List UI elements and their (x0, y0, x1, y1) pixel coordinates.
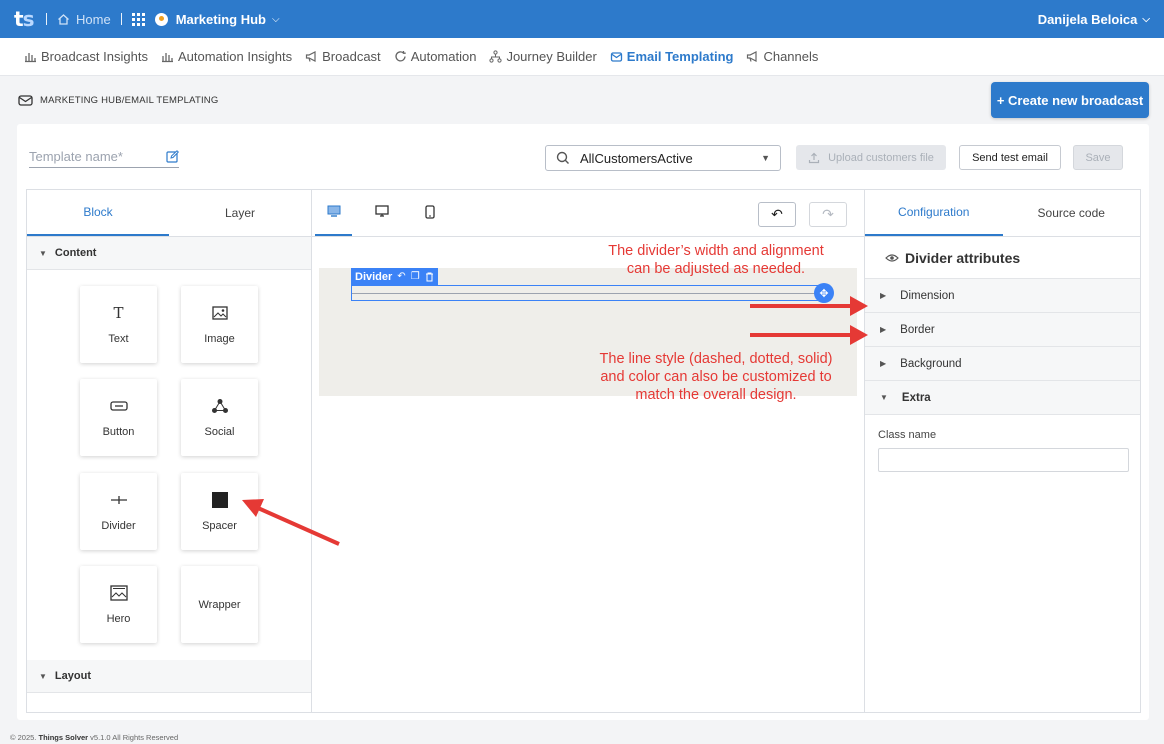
right-tabs: Configuration Source code (865, 190, 1140, 237)
editor-card: Template name* AllCustomersActive ▼ Uplo… (17, 124, 1149, 720)
create-broadcast-button[interactable]: + Create new broadcast (991, 82, 1149, 118)
section-extra[interactable]: ▼ Extra (865, 381, 1140, 415)
move-handle-icon[interactable]: ✥ (814, 283, 834, 303)
template-name-input[interactable]: Template name* (29, 146, 179, 168)
user-menu[interactable]: Danijela Beloica ⌵ (1038, 12, 1150, 27)
home-icon (58, 13, 69, 25)
audience-select[interactable]: AllCustomersActive ▼ (545, 145, 781, 171)
config-panel: Configuration Source code Divider attrib… (864, 190, 1140, 712)
undo-button[interactable]: ↶ (758, 202, 796, 227)
select-parent-icon[interactable]: ↶ (397, 271, 405, 282)
selected-block-toolbar: Divider ↶ ❐ (351, 268, 438, 285)
tab-layer[interactable]: Layer (169, 190, 311, 236)
blocks-panel: Block Layer ▼ Content T Text Image Butto… (27, 190, 312, 712)
separator (120, 13, 122, 25)
section-dimension[interactable]: ▶ Dimension (865, 279, 1140, 313)
section-background[interactable]: ▶ Background (865, 347, 1140, 381)
left-tabs: Block Layer (27, 190, 311, 237)
nav-email-templating[interactable]: Email Templating (610, 49, 733, 64)
bar-chart-icon (161, 53, 173, 63)
apps-grid-icon[interactable] (131, 12, 145, 26)
hero-icon (109, 584, 128, 601)
caret-right-icon: ▶ (880, 359, 887, 368)
caret-down-icon: ▼ (761, 153, 770, 163)
annotation-top: The divider’s width and alignment can be… (608, 243, 824, 277)
block-wrapper[interactable]: Wrapper (181, 566, 258, 643)
upload-icon (809, 152, 820, 163)
device-default-icon[interactable] (327, 205, 341, 217)
footer: © 2025. Things Solver v5.1.0 All Rights … (10, 733, 179, 742)
block-hero[interactable]: Hero (80, 566, 157, 643)
nav-broadcast[interactable]: Broadcast (305, 49, 381, 64)
selected-divider[interactable] (351, 285, 825, 301)
nav-channels[interactable]: Channels (746, 49, 818, 64)
divider-icon (110, 495, 127, 504)
email-template-icon (610, 52, 622, 62)
chevron-down-icon: ⌵ (271, 13, 280, 25)
mobile-icon[interactable] (425, 205, 435, 219)
nav-journey-builder[interactable]: Journey Builder (489, 49, 597, 64)
home-link[interactable]: Home (57, 12, 111, 27)
tab-configuration[interactable]: Configuration (865, 190, 1003, 236)
caret-right-icon: ▶ (880, 325, 887, 334)
nav-automation[interactable]: Automation (394, 49, 476, 64)
trash-icon[interactable] (425, 272, 434, 282)
redo-button[interactable]: ↷ (809, 202, 847, 227)
app-logo[interactable]: ts (14, 7, 36, 31)
email-template-icon (18, 95, 33, 106)
edit-icon[interactable] (166, 150, 179, 163)
upload-customers-button[interactable]: Upload customers file (796, 145, 946, 170)
save-button[interactable]: Save (1073, 145, 1123, 170)
block-social[interactable]: Social (181, 379, 258, 456)
tab-source-code[interactable]: Source code (1003, 190, 1141, 236)
megaphone-icon (747, 51, 758, 62)
bar-chart-icon (25, 53, 36, 63)
caret-down-icon: ▼ (39, 671, 47, 681)
megaphone-icon (306, 51, 316, 62)
caret-down-icon: ▼ (39, 248, 47, 258)
undo-icon: ↶ (771, 206, 783, 222)
canvas-toolbar: ↶ ↷ (312, 190, 864, 237)
send-test-email-button[interactable]: Send test email (959, 145, 1061, 170)
search-icon (556, 151, 569, 164)
chevron-down-icon: ⌵ (1142, 13, 1150, 25)
block-spacer[interactable]: Spacer (181, 473, 258, 550)
copy-icon[interactable]: ❐ (411, 271, 420, 282)
hub-switcher[interactable]: Marketing Hub ⌵ (176, 12, 280, 27)
breadcrumb: MARKETING HUB/EMAIL TEMPLATING (18, 93, 218, 107)
nav-broadcast-insights[interactable]: Broadcast Insights (24, 49, 148, 64)
block-image[interactable]: Image (181, 286, 258, 363)
hub-icon (154, 12, 168, 26)
eye-icon (885, 253, 899, 262)
content-section-header[interactable]: ▼ Content (27, 237, 311, 270)
text-icon: T (113, 303, 124, 322)
nav-automation-insights[interactable]: Automation Insights (161, 49, 292, 64)
block-text[interactable]: T Text (80, 286, 157, 363)
refresh-icon (395, 51, 406, 62)
top-bar: ts Home Marketing Hub ⌵ Danijela Beloica… (0, 0, 1164, 38)
spacer-icon (211, 491, 228, 508)
block-divider[interactable]: Divider (80, 473, 157, 550)
annotation-bottom: The line style (dashed, dotted, solid) a… (599, 351, 833, 403)
button-icon (109, 400, 128, 411)
tab-block[interactable]: Block (27, 190, 169, 236)
desktop-icon[interactable] (375, 205, 389, 217)
flow-icon (489, 50, 503, 63)
block-grid: T Text Image Button Social Divider Space… (27, 270, 311, 660)
image-icon (211, 305, 228, 320)
main-nav: Broadcast Insights Automation Insights B… (0, 38, 1164, 76)
block-button[interactable]: Button (80, 379, 157, 456)
device-tab-indicator (315, 234, 352, 236)
class-name-label: Class name (878, 429, 937, 441)
separator (46, 13, 47, 25)
layout-section-header[interactable]: ▼ Layout (27, 660, 311, 693)
attributes-title: Divider attributes (865, 237, 1140, 279)
social-icon (211, 398, 228, 413)
class-name-input[interactable] (878, 448, 1129, 472)
redo-icon: ↷ (822, 206, 834, 222)
section-border[interactable]: ▶ Border (865, 313, 1140, 347)
caret-right-icon: ▶ (880, 291, 887, 300)
caret-down-icon: ▼ (880, 393, 888, 402)
